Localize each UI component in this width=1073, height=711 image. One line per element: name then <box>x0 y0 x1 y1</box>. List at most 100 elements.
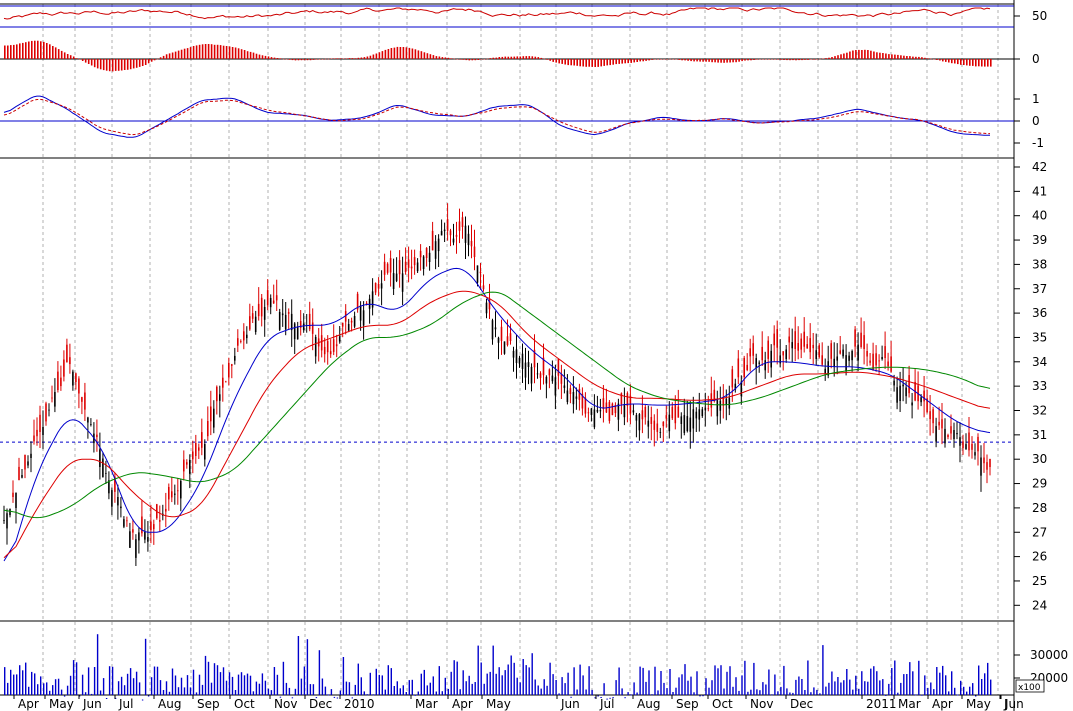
histogram-bar <box>831 57 833 59</box>
histogram-bar <box>120 59 123 71</box>
volume-bar <box>501 675 503 695</box>
histogram-bar <box>111 59 114 72</box>
histogram-bar <box>207 44 210 59</box>
volume-bar <box>741 675 743 695</box>
histogram-bar <box>204 44 207 59</box>
x-tick-label: Jun <box>82 697 102 711</box>
candle-body <box>407 259 410 268</box>
volume-bar <box>477 645 479 695</box>
candle-body <box>449 230 452 236</box>
candle-body <box>887 361 889 367</box>
candle-body <box>389 258 392 273</box>
volume-bar <box>939 672 941 695</box>
candle-body <box>881 357 883 360</box>
rsi-line <box>3 7 991 20</box>
volume-bar <box>822 645 824 695</box>
candle-body <box>15 492 17 508</box>
histogram-bar <box>441 57 444 59</box>
candle-body <box>572 392 575 405</box>
rsi-panel <box>0 5 1014 28</box>
candle-body <box>84 392 86 410</box>
histogram-bar <box>630 59 632 63</box>
histogram-bar <box>468 59 471 61</box>
candle-body <box>701 409 704 416</box>
y-tick-label: 41 <box>1032 184 1047 198</box>
histogram-bar <box>279 58 282 59</box>
candle-body <box>974 452 976 456</box>
histogram-bar <box>19 43 21 59</box>
volume-bar <box>52 685 54 695</box>
y-tick-label: 37 <box>1032 282 1047 296</box>
candle-body <box>719 400 722 411</box>
candle-body <box>141 516 143 534</box>
volume-bar <box>981 679 983 695</box>
x-tick-label: Aug <box>158 697 181 711</box>
candle-body <box>563 385 566 388</box>
candle-body <box>770 350 772 368</box>
volume-bar <box>771 694 773 696</box>
volume-bar <box>723 688 725 695</box>
volume-bar <box>918 660 920 695</box>
histogram-bar <box>351 58 354 59</box>
histogram-bar <box>816 59 818 60</box>
candle-body <box>392 273 395 289</box>
candle-body <box>123 519 125 527</box>
histogram-bar <box>939 59 941 61</box>
y-tick-label: -1 <box>1032 136 1044 150</box>
histogram-bar <box>342 58 345 59</box>
histogram-bar <box>288 59 291 60</box>
candle-body <box>905 387 907 397</box>
volume-bar <box>864 681 866 695</box>
histogram-bar <box>141 59 144 66</box>
volume-bar <box>246 673 249 695</box>
x-tick-label: Mar <box>898 697 921 711</box>
histogram-bar <box>243 50 246 59</box>
candle-body <box>908 375 910 394</box>
volume-bar <box>639 666 641 695</box>
histogram-bar <box>762 59 764 60</box>
volume-bar <box>945 675 947 695</box>
volume-bar <box>192 669 195 695</box>
candle-body <box>126 520 128 522</box>
histogram-bar <box>255 53 258 59</box>
histogram-bar <box>417 50 420 59</box>
volume-bar <box>807 660 809 695</box>
histogram-bar <box>672 59 674 60</box>
volume-bar <box>141 699 144 701</box>
volume-bar <box>153 666 156 695</box>
candle-body <box>524 362 527 378</box>
histogram-bar <box>522 56 525 59</box>
histogram-bar <box>990 59 992 67</box>
histogram-bar <box>465 59 468 61</box>
candle-body <box>761 346 763 361</box>
histogram-bar <box>198 44 201 59</box>
candle-body <box>275 295 278 301</box>
histogram-bar <box>459 59 462 60</box>
candle-body <box>857 344 859 361</box>
volume-bar <box>762 682 764 695</box>
histogram-bar <box>732 59 734 63</box>
histogram-bar <box>300 59 303 61</box>
candle-body <box>132 529 134 533</box>
candle-body <box>290 313 293 331</box>
medium-moving-average <box>3 290 991 559</box>
histogram-bar <box>105 59 108 71</box>
volume-bar <box>828 682 830 695</box>
candle-body <box>590 408 593 415</box>
volume-bar <box>930 682 932 695</box>
volume-bar <box>834 681 836 695</box>
volume-bar <box>903 674 905 695</box>
histogram-bar <box>108 59 111 72</box>
candle-body <box>195 443 197 456</box>
volume-bar <box>618 667 620 695</box>
candle-body <box>473 246 476 257</box>
histogram-bar <box>4 45 6 59</box>
histogram-bar <box>903 55 905 59</box>
x-tick-label: 2011 <box>866 697 897 711</box>
x-tick-label: Jun <box>560 697 580 711</box>
histogram-bar <box>882 53 884 59</box>
volume-bar <box>213 663 216 695</box>
histogram-bar <box>168 53 171 59</box>
candle-body <box>875 353 877 366</box>
candle-body <box>413 257 416 266</box>
